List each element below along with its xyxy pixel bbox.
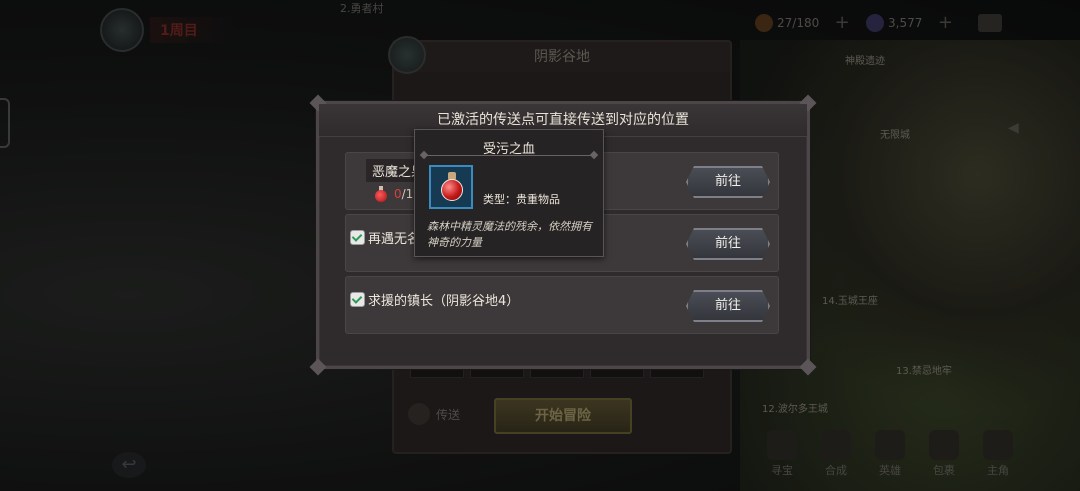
tooltip-divider <box>423 155 595 156</box>
blood-potion-icon <box>374 186 388 202</box>
quest-title: 再遇无名 <box>368 232 421 247</box>
requirement-total: /1 <box>401 187 414 201</box>
item-tooltip: 受污之血 类型：贵重物品 森林中精灵魔法的残余，依然拥有神奇的力量 <box>414 129 604 257</box>
checkmark-icon <box>350 230 365 245</box>
blood-potion-icon <box>441 172 463 202</box>
goto-button[interactable]: 前往 <box>686 290 770 322</box>
quest-row: 求援的镇长（阴影谷地4） 前往 <box>345 276 779 334</box>
quest-title: 求援的镇长（阴影谷地4） <box>368 294 520 309</box>
requirement-count: 0 <box>394 187 402 201</box>
item-type: 类型：贵重物品 <box>483 193 560 206</box>
item-description: 森林中精灵魔法的残余，依然拥有神奇的力量 <box>427 220 592 249</box>
goto-button[interactable]: 前往 <box>686 166 770 198</box>
quest-requirement: 0 /1 <box>374 186 413 202</box>
item-slot <box>429 165 473 209</box>
goto-button[interactable]: 前往 <box>686 228 770 260</box>
game-screen: 神殿遗迹 无限城 14.玉城王座 13.禁忌地牢 12.波尔多王城 ◀ 1周目 … <box>0 0 1080 491</box>
checkmark-icon <box>350 292 365 307</box>
